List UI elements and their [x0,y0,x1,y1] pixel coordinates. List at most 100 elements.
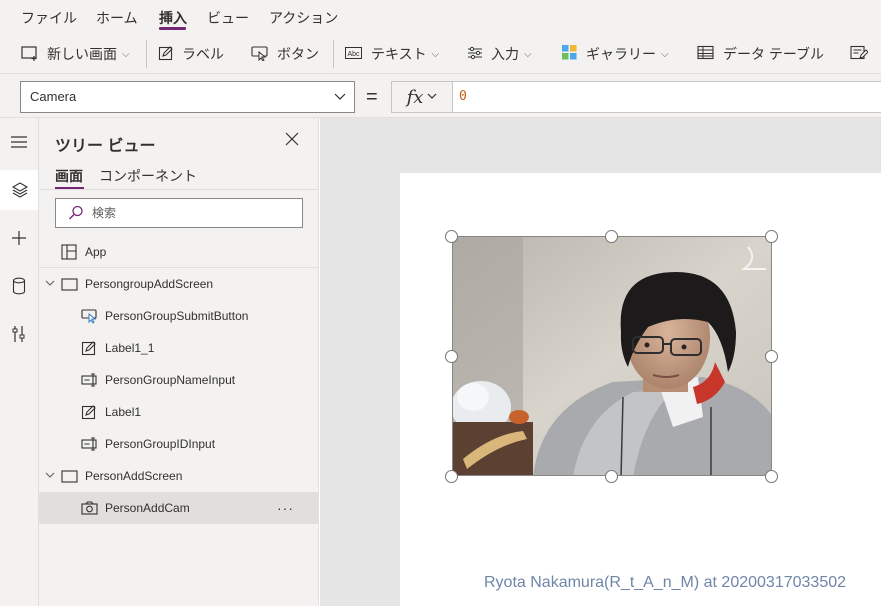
plus-icon [12,231,26,245]
chevron-down-icon [427,91,437,104]
database-icon [12,277,26,295]
search-input[interactable] [92,204,292,222]
chevron-down-icon[interactable] [44,469,56,484]
hamburger-icon [11,136,27,148]
resize-handle-bottom-right[interactable] [765,470,778,483]
search-icon [68,205,84,226]
tab-screens[interactable]: 画面 [55,166,83,186]
fx-button[interactable]: fx [391,81,453,113]
chevron-down-icon: ⌵ [431,48,440,60]
property-dropdown[interactable]: Camera [20,81,355,113]
tree-item-screen[interactable]: PersonAddScreen [39,460,319,492]
chevron-down-icon[interactable] [44,277,56,292]
camera-icon [81,501,99,515]
table-icon [697,45,715,63]
tree-item-label: Label1 [105,405,142,419]
tree-item-button[interactable]: PersonGroupSubmitButton [39,300,319,332]
input-label: 入力 [491,46,519,62]
tree-item-label: PersonGroupIDInput [105,437,216,451]
tree-item-label: PersongroupAddScreen [85,277,214,291]
input-button[interactable]: 入力 ⌵ [467,34,532,74]
watermark-text: Ryota Nakamura(R_t_A_n_M) at 20200317033… [484,574,847,591]
fx-icon: fx [406,86,424,108]
more-insert-button[interactable] [850,34,876,74]
tools-icon [12,326,25,342]
resize-handle-top[interactable] [605,230,618,243]
chevron-down-icon: ⌵ [122,48,130,60]
label-button[interactable]: ラベル [158,34,224,74]
tab-divider [39,189,319,190]
resize-handle-bottom-left[interactable] [445,470,458,483]
tree-item-screen[interactable]: PersongroupAddScreen [39,268,319,300]
data-table-label: データ テーブル [723,46,825,62]
resize-handle-left[interactable] [445,350,458,363]
insert-toolbar: 新しい画面 ⌵ ラベル ボタン Abc テキスト ⌵ 入力 ⌵ ギャラリー ⌵ [0,34,881,74]
hamburger-menu-button[interactable] [0,122,38,162]
data-table-button[interactable]: データ テーブル [697,34,824,74]
chevron-down-icon: ⌵ [524,48,532,60]
text-button[interactable]: Abc テキスト ⌵ [345,34,439,74]
close-button[interactable] [285,132,303,150]
formula-input[interactable]: 0 [452,81,881,113]
toolbar-divider [333,40,334,68]
menu-file[interactable]: ファイル [21,8,77,28]
label-icon [158,45,174,64]
resize-handle-right[interactable] [765,350,778,363]
tree-item-label-control[interactable]: Label1_1 [39,332,319,364]
advanced-tools-button[interactable] [0,314,38,354]
form-icon [850,45,869,64]
tree-item-label: PersonAddScreen [85,469,183,483]
tree-item-label: PersonGroupSubmitButton [105,309,249,323]
app-icon [61,244,77,260]
label-icon [81,404,97,420]
equals-sign: = [366,86,378,108]
tree-item-label: Label1_1 [105,341,155,355]
button-label: ボタン [277,46,319,62]
close-icon [285,132,299,146]
chevron-down-icon: ⌵ [661,48,669,60]
insert-pane-button[interactable] [0,218,38,258]
resize-handle-top-right[interactable] [765,230,778,243]
layers-icon [11,182,29,198]
tree-view-button[interactable] [0,170,38,210]
svg-text:Abc: Abc [348,51,361,58]
label-icon [81,340,97,356]
tab-components[interactable]: コンポーネント [99,166,197,186]
tree-item-app[interactable]: App [39,236,319,268]
input-icon [467,45,483,64]
resize-handle-bottom[interactable] [605,470,618,483]
tree-item-text-input[interactable]: PersonGroupNameInput [39,364,319,396]
menu-insert[interactable]: 挿入 [159,8,187,28]
button-button[interactable]: ボタン [251,34,319,74]
formula-bar: Camera = fx 0 [0,74,881,118]
tree-item-label: PersonGroupNameInput [105,373,236,387]
more-options-button[interactable]: ··· [277,500,294,516]
data-sources-button[interactable] [0,266,38,306]
gallery-icon [561,44,578,64]
gallery-button[interactable]: ギャラリー ⌵ [561,34,669,74]
camera-control[interactable] [452,236,772,476]
tree-view-panel: ツリー ビュー 画面 コンポーネント App PersongroupAddScr… [39,118,319,606]
screen-icon [61,469,78,483]
tree-item-camera[interactable]: PersonAddCam ··· [39,492,319,524]
button-icon [81,308,99,324]
tree-view-title: ツリー ビュー [55,138,156,155]
menu-bar: ファイル ホーム 挿入 ビュー アクション [0,0,881,34]
tree-item-label: App [85,245,107,259]
screen-icon [61,277,78,291]
menu-view[interactable]: ビュー [207,8,249,28]
new-screen-icon [21,45,39,64]
resize-handle-top-left[interactable] [445,230,458,243]
search-box [55,198,303,228]
menu-home[interactable]: ホーム [96,8,138,28]
tree-item-label-control[interactable]: Label1 [39,396,319,428]
menu-action[interactable]: アクション [269,8,338,28]
new-screen-label: 新しい画面 [47,46,117,62]
tree-item-text-input[interactable]: PersonGroupIDInput [39,428,319,460]
menu-active-underline [159,27,186,30]
label-label: ラベル [182,46,224,62]
new-screen-button[interactable]: 新しい画面 ⌵ [21,34,130,74]
gallery-label: ギャラリー [586,46,656,62]
button-icon [251,45,269,64]
text-label: テキスト [371,46,427,62]
